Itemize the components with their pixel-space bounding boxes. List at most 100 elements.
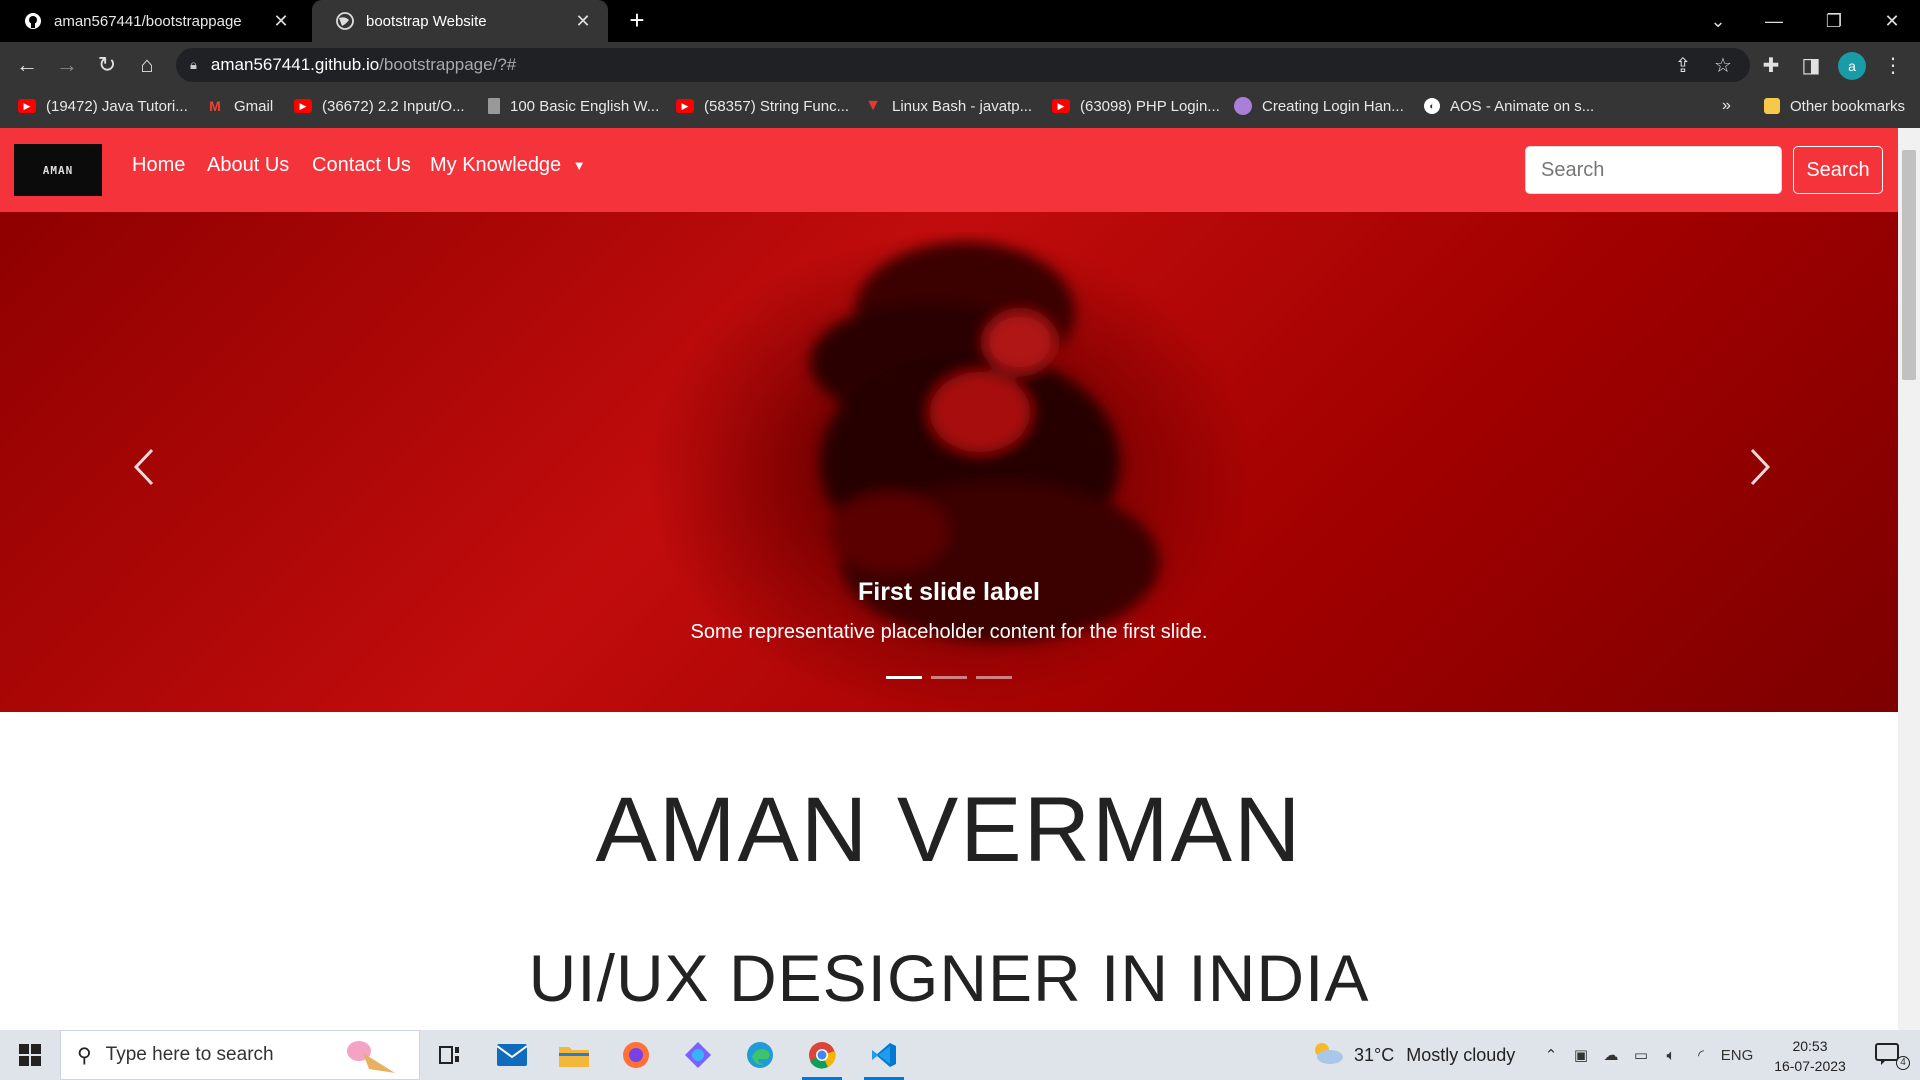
carousel-caption: First slide label Some representative pl… <box>0 578 1898 644</box>
taskbar-search-box[interactable]: ⚲ Type here to search <box>60 1030 420 1080</box>
site-navbar: AMAN Home About Us Contact Us My Knowled… <box>0 128 1898 212</box>
carousel-indicator-2[interactable] <box>931 676 967 679</box>
address-bar[interactable]: 🔒︎ aman567441.github.io /bootstrappage/?… <box>176 48 1750 82</box>
search-input[interactable] <box>1525 146 1782 194</box>
youtube-icon: ▶ <box>1052 99 1070 113</box>
notification-count-badge: 4 <box>1896 1056 1910 1070</box>
windows-taskbar: ⚲ Type here to search 31°C Mostly cloudy… <box>0 1030 1920 1080</box>
extensions-icon[interactable]: ✚ <box>1756 50 1786 80</box>
bookmark-item[interactable]: ▼ Linux Bash - javatp... <box>864 88 1032 124</box>
carousel-indicator-3[interactable] <box>976 676 1012 679</box>
copilot-app-icon[interactable] <box>670 1030 726 1080</box>
tab-github[interactable]: aman567441/bootstrappage ✕ <box>0 0 306 42</box>
url-path: /bootstrappage/?# <box>379 55 517 74</box>
battery-icon[interactable]: ▭ <box>1628 1030 1654 1080</box>
bookmark-item[interactable]: M Gmail <box>206 88 273 124</box>
nav-about-us[interactable]: About Us <box>207 154 289 177</box>
tab-title: aman567441/bootstrappage <box>54 12 242 30</box>
bookmark-item[interactable]: ▶ (36672) 2.2 Input/O... <box>294 88 465 124</box>
reload-icon[interactable]: ↻ <box>92 50 122 80</box>
ice-cream-icon <box>339 1039 399 1080</box>
document-icon <box>488 98 500 114</box>
bookmark-item[interactable]: ◐ AOS - Animate on s... <box>1424 88 1594 124</box>
carousel-prev-button[interactable] <box>126 442 166 492</box>
side-panel-icon[interactable]: ◨ <box>1796 50 1826 80</box>
nav-my-knowledge-dropdown[interactable]: My Knowledge ▼ <box>430 154 586 177</box>
carousel-indicator-1[interactable] <box>886 676 922 679</box>
bookmark-item[interactable]: ▶ (19472) Java Tutori... <box>18 88 188 124</box>
nav-home[interactable]: Home <box>132 154 185 177</box>
other-bookmarks-label: Other bookmarks <box>1790 97 1906 115</box>
bookmark-item[interactable]: ▶ (58357) String Func... <box>676 88 849 124</box>
windows-logo-icon <box>19 1044 41 1066</box>
onedrive-icon[interactable]: ☁ <box>1598 1030 1624 1080</box>
page-viewport: AMAN Home About Us Contact Us My Knowled… <box>0 128 1898 1030</box>
chevron-right-icon <box>1750 448 1771 486</box>
bookmark-label: (36672) 2.2 Input/O... <box>322 97 465 115</box>
bookmark-label: Linux Bash - javatp... <box>892 97 1033 115</box>
other-bookmarks[interactable]: Other bookmarks <box>1764 88 1905 124</box>
notifications-icon[interactable]: 4 <box>1866 1030 1910 1080</box>
minimize-icon[interactable]: — <box>1746 0 1802 42</box>
volume-icon[interactable]: 🔈︎ <box>1658 1030 1684 1080</box>
language-indicator[interactable]: ENG <box>1716 1030 1758 1080</box>
youtube-icon: ▶ <box>294 99 312 113</box>
gmail-icon: M <box>209 98 221 114</box>
tab-close-icon[interactable]: ✕ <box>572 11 594 32</box>
chrome-icon[interactable] <box>794 1030 850 1080</box>
bookmark-label: 100 Basic English W... <box>510 97 660 115</box>
bookmark-item[interactable]: Creating Login Han... <box>1234 88 1404 124</box>
task-view-icon[interactable] <box>422 1030 478 1080</box>
weather-widget[interactable]: 31°C Mostly cloudy <box>1310 1030 1515 1080</box>
search-icon: ⚲ <box>77 1044 92 1067</box>
bookmark-item[interactable]: ▶ (63098) PHP Login... <box>1052 88 1220 124</box>
taskbar-search-placeholder: Type here to search <box>105 1044 274 1065</box>
hero-carousel: First slide label Some representative pl… <box>0 212 1898 712</box>
folder-icon <box>1764 98 1780 114</box>
url-host: aman567441.github.io <box>210 55 380 74</box>
start-button[interactable] <box>0 1030 60 1080</box>
firefox-icon[interactable] <box>608 1030 664 1080</box>
tab-search-chevron-icon[interactable]: ⌄ <box>1690 0 1746 42</box>
github-icon <box>24 12 42 30</box>
youtube-icon: ▶ <box>18 99 36 113</box>
cloudy-weather-icon <box>1310 1041 1344 1070</box>
weather-temp: 31°C <box>1354 1044 1395 1065</box>
bookmark-item[interactable]: 100 Basic English W... <box>488 88 659 124</box>
close-window-icon[interactable]: ✕ <box>1864 0 1920 42</box>
home-icon[interactable]: ⌂ <box>132 50 162 80</box>
edge-icon[interactable] <box>732 1030 788 1080</box>
show-hidden-icons-chevron-icon[interactable]: ⌃ <box>1538 1030 1564 1080</box>
tab-bootstrap-website[interactable]: bootstrap Website ✕ <box>312 0 608 42</box>
profile-avatar[interactable]: a <box>1838 52 1866 80</box>
bookmark-label: (58357) String Func... <box>704 97 850 115</box>
new-tab-button[interactable]: + <box>622 6 652 36</box>
mail-icon[interactable] <box>484 1030 540 1080</box>
meet-now-icon[interactable]: ▣ <box>1568 1030 1594 1080</box>
bookmarks-overflow-icon[interactable]: » <box>1722 88 1731 124</box>
restore-icon[interactable]: ❐ <box>1806 0 1862 42</box>
tab-close-icon[interactable]: ✕ <box>270 11 292 32</box>
nav-contact-us[interactable]: Contact Us <box>312 154 411 177</box>
bookmark-star-icon[interactable]: ☆ <box>1708 50 1738 80</box>
weather-desc: Mostly cloudy <box>1406 1044 1516 1065</box>
vscode-icon[interactable] <box>856 1030 912 1080</box>
wifi-icon[interactable]: ◜ <box>1688 1030 1714 1080</box>
search-button[interactable]: Search <box>1793 146 1883 194</box>
bookmark-label: Creating Login Han... <box>1262 97 1404 115</box>
back-icon[interactable]: ← <box>12 50 42 80</box>
chevron-left-icon <box>133 448 154 486</box>
menu-kebab-icon[interactable]: ⋮ <box>1878 50 1908 80</box>
file-explorer-icon[interactable] <box>546 1030 602 1080</box>
carousel-next-button[interactable] <box>1738 442 1778 492</box>
hero-name: AMAN VERMAN <box>595 779 1303 881</box>
forward-icon[interactable]: → <box>52 50 82 80</box>
lock-icon: 🔒︎ <box>190 57 197 72</box>
tab-title: bootstrap Website <box>366 12 487 30</box>
scrollbar-thumb[interactable] <box>1902 150 1916 380</box>
share-icon[interactable]: ⇪ <box>1668 50 1698 80</box>
clock[interactable]: 20:53 16-07-2023 <box>1760 1036 1860 1076</box>
logo-text: AMAN <box>42 163 74 177</box>
avatar-icon <box>1234 97 1252 115</box>
site-logo[interactable]: AMAN <box>14 144 102 196</box>
